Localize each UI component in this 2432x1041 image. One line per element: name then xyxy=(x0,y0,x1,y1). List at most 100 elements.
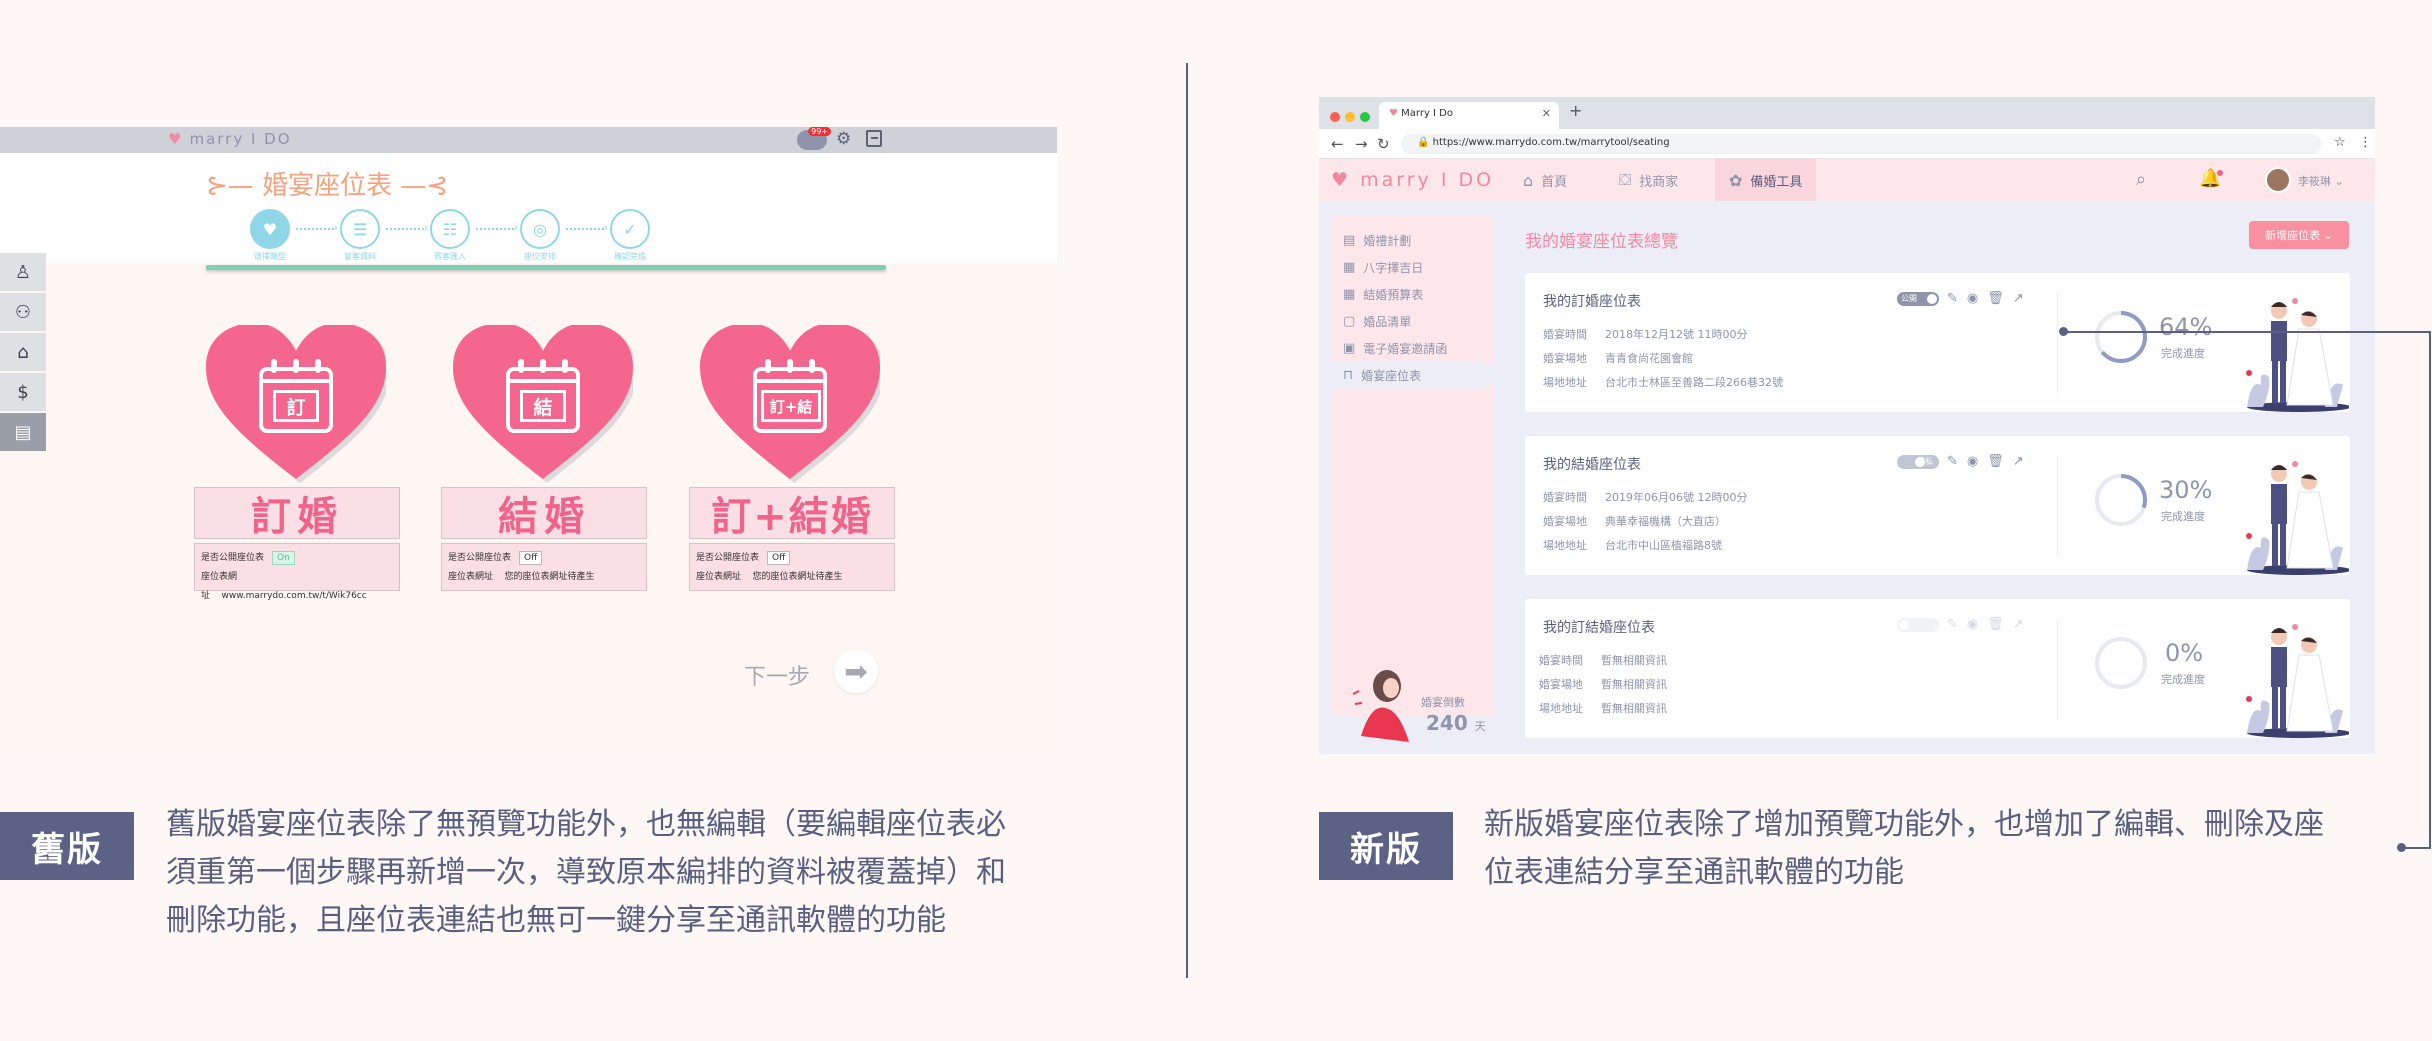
public-toggle[interactable] xyxy=(1897,617,1939,632)
menu-home[interactable]: ⌂ 首頁 xyxy=(1509,159,1581,201)
menu-tools[interactable]: ✿ 備婚工具 xyxy=(1715,159,1817,201)
old-logo[interactable]: ♥ marry I DO xyxy=(168,130,292,148)
engagement-wedding-type-title[interactable]: 訂+結婚 xyxy=(689,487,895,540)
reload-icon[interactable]: ↻ xyxy=(1377,135,1390,153)
callout-line xyxy=(2063,331,2431,333)
couple-illustration xyxy=(2246,624,2349,738)
url-field[interactable]: 🔒 https://www.marrydo.com.tw/marrytool/s… xyxy=(1401,134,2321,154)
seating-card[interactable]: 我的訂結婚座位表 ✎ ◉ 🗑 ↗ 婚宴時間 暫無相關資訊 婚宴場地 暫無相關資訊 場地地址… xyxy=(1525,599,2350,738)
browser-tab[interactable]: ♥ Marry I Do ✕ xyxy=(1379,102,1559,129)
avatar[interactable] xyxy=(2265,167,2291,193)
couple-illustration xyxy=(2246,298,2349,412)
step-1-label: 選擇類型 xyxy=(254,252,286,261)
forward-icon[interactable]: → xyxy=(1355,135,1368,153)
countdown-label: 婚宴倒數 xyxy=(1421,696,1465,709)
share-icon[interactable]: ↗ xyxy=(2013,291,2024,306)
chat-icon[interactable]: 99+ xyxy=(797,127,831,150)
old-version-screenshot: ♥ marry I DO 99+ ⚙ ⊱— 婚宴座位表 —⊰ ♥ 選擇類型 ☰ 宴… xyxy=(0,127,1057,754)
delete-icon[interactable]: 🗑 xyxy=(1987,291,2004,306)
shop-icon[interactable]: ⌂ xyxy=(0,333,46,371)
sidebar-item-dates[interactable]: ▦ 八字擇吉日 xyxy=(1343,259,1423,276)
edit-icon[interactable]: ✎ xyxy=(1947,454,1958,469)
progress-ring xyxy=(2095,637,2147,689)
old-version-badge: 舊版 xyxy=(0,812,134,880)
sidebar-item-budget[interactable]: ▦ 結婚預算表 xyxy=(1343,286,1423,303)
sidebar-item-seating[interactable]: ⊓ 婚宴座位表 xyxy=(1331,361,1494,389)
seat-url[interactable]: www.marrydo.com.tw/t/Wik76cc xyxy=(221,591,366,601)
more-menu-icon[interactable]: ⋮ xyxy=(2359,135,2372,150)
engagement-heart-button[interactable]: 訂 xyxy=(206,325,386,485)
seat-url: 您的座位表網址待產生 xyxy=(752,572,843,582)
menu-vendors[interactable]: ⛋ 找商家 xyxy=(1605,159,1692,201)
card-title: 我的訂婚座位表 xyxy=(1543,294,1641,310)
share-icon[interactable]: ↗ xyxy=(2013,617,2024,632)
logout-icon[interactable] xyxy=(866,130,882,147)
engagement-wedding-type-info: 是否公開座位表 Off 座位表網址 您的座位表網址待產生 xyxy=(689,543,895,591)
close-tab-icon[interactable]: ✕ xyxy=(1542,107,1551,120)
calendar-icon: ▦ xyxy=(1343,260,1356,275)
site-logo[interactable]: ♥ marry I DO xyxy=(1331,169,1494,191)
tools-icon: ✿ xyxy=(1729,170,1743,190)
bookmark-star-icon[interactable]: ☆ xyxy=(2334,135,2346,150)
public-toggle[interactable]: 隱私 xyxy=(1897,454,1939,469)
next-step-label[interactable]: 下一步 xyxy=(744,659,810,691)
step-2-label: 宴客資料 xyxy=(344,252,376,261)
delete-icon[interactable]: 🗑 xyxy=(1987,454,2004,469)
wedding-heart-button[interactable]: 結 xyxy=(453,325,633,485)
new-tab-icon[interactable]: + xyxy=(1569,101,1582,120)
old-page-title: ⊱— 婚宴座位表 —⊰ xyxy=(206,171,449,201)
edit-icon[interactable]: ✎ xyxy=(1947,291,1958,306)
calendar-icon: 訂 xyxy=(259,359,333,433)
search-icon[interactable]: ⌕ xyxy=(2136,169,2146,190)
progress-label: 完成進度 xyxy=(2161,347,2205,360)
seat-icon: ⊓ xyxy=(1343,367,1354,383)
money-bag-icon[interactable]: $ xyxy=(0,373,46,411)
person-icon[interactable]: ♙ xyxy=(0,253,46,291)
callout-dot xyxy=(2397,843,2406,852)
delete-icon[interactable]: 🗑 xyxy=(1987,617,2004,632)
step-5-check-icon: ✓ xyxy=(610,209,650,249)
calendar-icon: 訂+結 xyxy=(753,359,827,433)
plan-icon: ▤ xyxy=(1343,233,1356,248)
old-top-bar xyxy=(0,127,1057,153)
seating-card[interactable]: 我的訂婚座位表 公開 ✎ ◉ 🗑 ↗ 婚宴時間 2018年12月12號 11時00分 婚… xyxy=(1525,273,2350,412)
add-seating-button[interactable]: 新增座位表 ⌄ xyxy=(2249,221,2349,249)
user-menu[interactable]: 李筱琳 ⌄ xyxy=(2298,173,2344,189)
new-version-caption: 新版婚宴座位表除了增加預覽功能外，也增加了編輯、刪除及座 位表連結分享至通訊軟體… xyxy=(1484,807,2324,890)
public-toggle[interactable]: Off xyxy=(519,551,543,565)
preview-eye-icon[interactable]: ◉ xyxy=(1967,617,1978,632)
clipboard-icon[interactable]: ▤ xyxy=(0,413,46,451)
card-separator xyxy=(2057,293,2058,393)
engagement-type-title[interactable]: 訂婚 xyxy=(194,487,400,540)
edit-icon[interactable]: ✎ xyxy=(1947,617,1958,632)
chat-badge: 99+ xyxy=(808,127,831,136)
preview-eye-icon[interactable]: ◉ xyxy=(1967,454,1978,469)
sidebar-item-plan[interactable]: ▤ 婚禮計劃 xyxy=(1343,232,1411,249)
share-icon[interactable]: ↗ xyxy=(2013,454,2024,469)
card-row: 婚宴場地 暫無相關資訊 xyxy=(1539,678,1667,691)
checklist-icon: ▢ xyxy=(1343,314,1356,329)
public-toggle[interactable]: 公開 xyxy=(1897,291,1939,306)
invite-icon: ▣ xyxy=(1343,341,1356,356)
card-row: 場地地址 台北市中山區植福路8號 xyxy=(1543,539,1722,552)
engagement-wedding-heart-button[interactable]: 訂+結 xyxy=(700,325,880,485)
old-step-progress: ♥ 選擇類型 ☰ 宴客資料 ☷ 賓客匯入 ◎ 座位安排 ✓ 確認完成 xyxy=(250,209,660,261)
callout-line xyxy=(2429,331,2431,849)
back-icon[interactable]: ← xyxy=(1331,135,1344,153)
card-separator xyxy=(2057,619,2058,719)
progress-ring xyxy=(2095,474,2147,526)
card-row: 場地地址 暫無相關資訊 xyxy=(1539,702,1667,715)
public-toggle[interactable]: On xyxy=(272,551,295,565)
seating-card[interactable]: 我的結婚座位表 隱私 ✎ ◉ 🗑 ↗ 婚宴時間 2019年06月06號 12時00分 婚… xyxy=(1525,436,2350,575)
next-arrow-icon[interactable]: ➡ xyxy=(834,649,878,693)
gear-icon[interactable]: ⚙ xyxy=(836,129,851,149)
public-toggle[interactable]: Off xyxy=(767,551,791,565)
sidebar-item-invite[interactable]: ▣ 電子婚宴邀請函 xyxy=(1343,340,1447,357)
bell-icon[interactable]: 🔔 xyxy=(2199,168,2224,189)
wedding-type-title[interactable]: 結婚 xyxy=(441,487,647,540)
card-actions: 隱私 ✎ ◉ 🗑 ↗ xyxy=(1897,454,2033,469)
sidebar-item-checklist[interactable]: ▢ 婚品清單 xyxy=(1343,313,1411,330)
step-4-label: 座位安排 xyxy=(524,252,556,261)
preview-eye-icon[interactable]: ◉ xyxy=(1967,291,1978,306)
people-icon[interactable]: ⚇ xyxy=(0,293,46,331)
